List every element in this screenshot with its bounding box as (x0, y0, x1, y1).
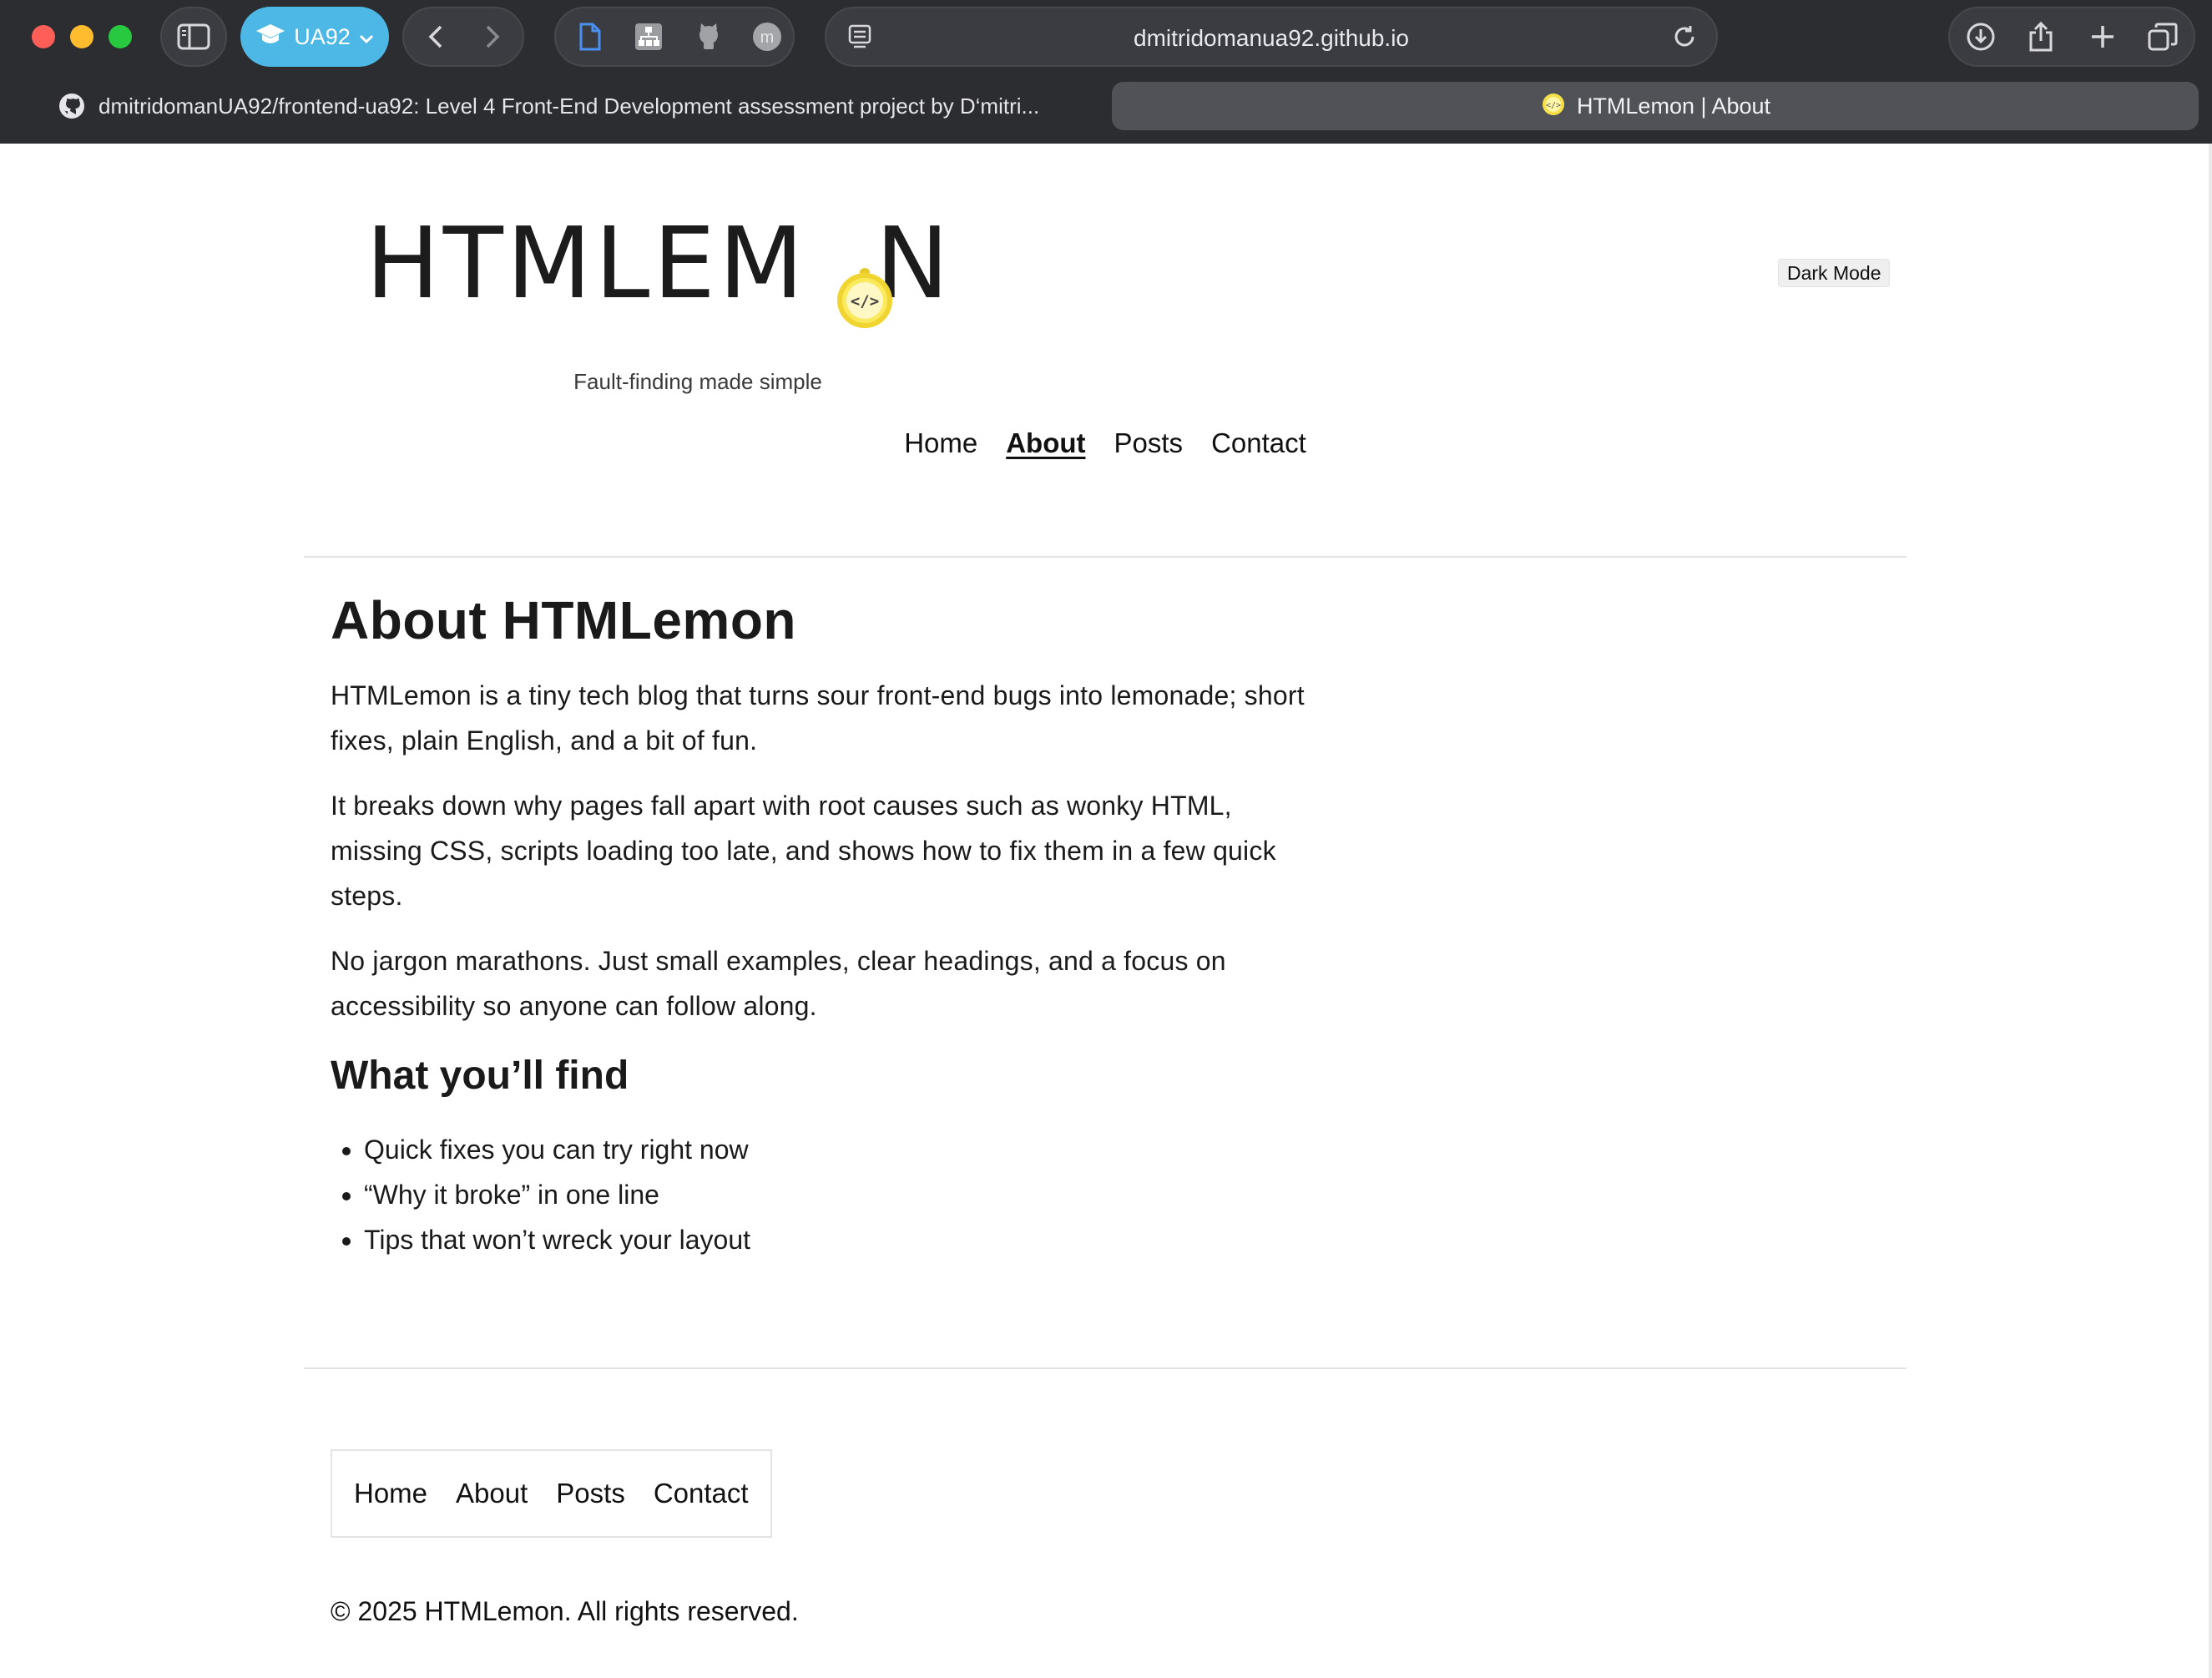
list-item: Quick fixes you can try right now (364, 1127, 1316, 1172)
dark-mode-button[interactable]: Dark Mode (1778, 259, 1891, 287)
reload-icon[interactable] (1663, 8, 1706, 65)
main-content: About HTMLemon HTMLemon is a tiny tech b… (331, 586, 1316, 1262)
footer-nav-home[interactable]: Home (354, 1478, 427, 1509)
tab-title: HTMLemon | About (1576, 93, 1771, 119)
browser-chrome: UA92 m dmitridomanua92.github.io dmitrid… (0, 0, 2212, 144)
lemon-logo-icon: </> (837, 268, 892, 328)
forward-icon[interactable] (467, 8, 518, 65)
header-divider (304, 556, 1906, 558)
svg-text:m: m (760, 28, 775, 47)
minimize-window-button[interactable] (70, 25, 93, 48)
new-tab-icon[interactable] (2075, 8, 2130, 65)
download-icon[interactable] (1953, 8, 2008, 65)
find-list: Quick fixes you can try right now “Why i… (331, 1127, 1316, 1262)
nav-home[interactable]: Home (904, 427, 977, 459)
extensions-group: m (554, 7, 795, 67)
sitemap-icon[interactable] (623, 8, 674, 65)
octocat-icon[interactable] (683, 8, 735, 65)
intro-paragraph: HTMLemon is a tiny tech blog that turns … (331, 680, 1305, 756)
footer-nav-contact[interactable]: Contact (654, 1478, 749, 1509)
profile-label: UA92 (294, 23, 351, 49)
back-icon[interactable] (411, 8, 461, 65)
list-item: Tips that won’t wreck your layout (364, 1217, 1316, 1262)
nav-contact[interactable]: Contact (1211, 427, 1306, 459)
share-icon[interactable] (2013, 8, 2068, 65)
tab-bar: dmitridomanUA92/frontend-ua92: Level 4 F… (13, 82, 2199, 130)
tab-overview-icon[interactable] (2135, 8, 2190, 65)
nav-about[interactable]: About (1006, 427, 1085, 459)
logo-lemon-glyph: </> (851, 292, 879, 311)
toolbar-right-group (1948, 7, 2195, 67)
section-heading-find: What you’ll find (331, 1054, 629, 1098)
copyright-text: © 2025 HTMLemon. All rights reserved. (331, 1596, 799, 1626)
zoom-window-button[interactable] (109, 25, 132, 48)
profile-button[interactable]: UA92 (240, 7, 389, 67)
page-title: About HTMLemon (331, 590, 796, 650)
graduation-cap-icon (255, 23, 285, 52)
tagline: Fault-finding made simple (573, 369, 822, 394)
sidebar-icon (162, 8, 225, 65)
footer-divider (304, 1367, 1906, 1369)
tab-title: dmitridomanUA92/frontend-ua92: Level 4 F… (98, 93, 1040, 119)
sidebar-toggle-button[interactable] (160, 7, 227, 67)
footer-nav-about[interactable]: About (456, 1478, 528, 1509)
scrollbar-track[interactable] (2209, 144, 2212, 1678)
list-item: “Why it broke” in one line (364, 1172, 1316, 1217)
page-viewport: HTMLEM N </> Fault-finding made simple Da… (0, 144, 2212, 1678)
tab-htmlemon-about[interactable]: </> HTMLemon | About (1112, 82, 2199, 130)
url-text[interactable]: dmitridomanua92.github.io (826, 8, 1716, 68)
profile-m-icon[interactable]: m (741, 8, 793, 65)
page-container: HTMLEM N </> Fault-finding made simple Da… (304, 144, 1906, 1678)
footer-nav-posts[interactable]: Posts (556, 1478, 625, 1509)
github-icon (58, 93, 85, 125)
tab-github-repo[interactable]: dmitridomanUA92/frontend-ua92: Level 4 F… (13, 82, 1107, 130)
footer-nav: Home About Posts Contact (331, 1449, 772, 1538)
accessibility-paragraph: No jargon marathons. Just small examples… (331, 946, 1226, 1021)
site-logo[interactable]: HTMLEM N </> Fault-finding made simple (366, 200, 949, 394)
history-nav-group (402, 7, 524, 67)
close-window-button[interactable] (32, 25, 55, 48)
document-icon[interactable] (564, 8, 616, 65)
svg-text:</>: </> (1546, 101, 1561, 110)
chevron-down-icon (359, 24, 374, 50)
nav-posts[interactable]: Posts (1114, 427, 1184, 459)
address-bar[interactable]: dmitridomanua92.github.io (825, 7, 1718, 67)
lemon-favicon-icon: </> (1540, 90, 1567, 123)
causes-paragraph: It breaks down why pages fall apart with… (331, 791, 1276, 911)
main-nav: Home About Posts Contact (304, 427, 1906, 459)
